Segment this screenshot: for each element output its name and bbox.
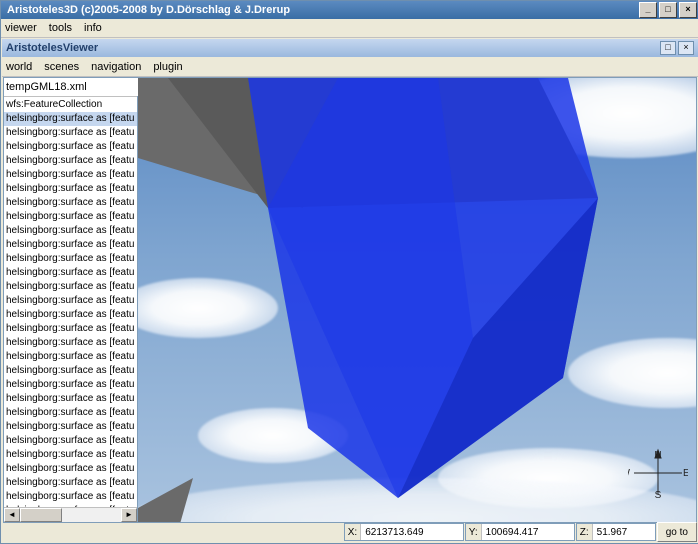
app-window: Aristoteles3D (c)2005-2008 by D.Dörschla…	[0, 0, 698, 544]
scroll-track[interactable]	[20, 508, 121, 522]
tree-root[interactable]: wfs:FeatureCollection	[4, 98, 137, 112]
inner-menubar: world scenes navigation plugin	[2, 58, 698, 77]
inner-maximize-button[interactable]: □	[660, 41, 676, 55]
scroll-thumb[interactable]	[20, 508, 62, 522]
tree-item[interactable]: helsingborg:surface as [featu	[4, 434, 137, 448]
tree-item[interactable]: helsingborg:surface as [featu	[4, 406, 137, 420]
tree-item[interactable]: helsingborg:surface as [featu	[4, 280, 137, 294]
viewport-3d[interactable]: N E S W	[138, 77, 697, 523]
coord-z-field: Z: 51.967	[576, 523, 656, 541]
close-button[interactable]: ×	[679, 2, 697, 18]
maximize-button[interactable]: □	[659, 2, 677, 18]
tree-item[interactable]: helsingborg:surface as [featu	[4, 126, 137, 140]
menu-viewer[interactable]: viewer	[5, 22, 37, 34]
coord-z-label: Z:	[577, 524, 593, 540]
tree-item[interactable]: helsingborg:surface as [featu	[4, 182, 137, 196]
minimize-button[interactable]: _	[639, 2, 657, 18]
window-buttons: _ □ ×	[639, 2, 697, 18]
coord-y-label: Y:	[466, 524, 482, 540]
coord-y-value: 100694.417	[482, 527, 543, 538]
inner-close-button[interactable]: ×	[678, 41, 694, 55]
tree-item[interactable]: helsingborg:surface as [featu	[4, 378, 137, 392]
tree-item[interactable]: helsingborg:surface as [featu	[4, 420, 137, 434]
inner-title: AristotelesViewer	[6, 42, 658, 54]
tree-item[interactable]: helsingborg:surface as [featu	[4, 266, 137, 280]
scroll-left-button[interactable]: ◄	[4, 508, 20, 522]
tree-item[interactable]: helsingborg:surface as [featu	[4, 140, 137, 154]
titlebar: Aristoteles3D (c)2005-2008 by D.Dörschla…	[1, 1, 698, 19]
tree-item[interactable]: helsingborg:surface as [featu	[4, 308, 137, 322]
menu-info[interactable]: info	[84, 22, 102, 34]
file-selector: ▼	[4, 78, 137, 97]
tree-item[interactable]: helsingborg:surface as [featu	[4, 224, 137, 238]
sidebar: ▼ wfs:FeatureCollection helsingborg:surf…	[3, 77, 138, 523]
app-title: Aristoteles3D (c)2005-2008 by D.Dörschla…	[3, 4, 639, 16]
top-menubar: viewer tools info	[1, 19, 698, 38]
tree-item[interactable]: helsingborg:surface as [featu	[4, 350, 137, 364]
scroll-right-button[interactable]: ►	[121, 508, 137, 522]
tree-item[interactable]: helsingborg:surface as [featu	[4, 462, 137, 476]
file-input[interactable]	[4, 78, 150, 96]
tree-item[interactable]: helsingborg:surface as [featu	[4, 322, 137, 336]
body: ▼ wfs:FeatureCollection helsingborg:surf…	[3, 77, 697, 523]
statusbar: X: 6213713.649 Y: 100694.417 Z: 51.967 g…	[3, 523, 697, 541]
menu-plugin[interactable]: plugin	[153, 61, 182, 73]
tree-item[interactable]: helsingborg:surface as [featu	[4, 252, 137, 266]
tree-item[interactable]: helsingborg:surface as [featu	[4, 364, 137, 378]
tree-item[interactable]: helsingborg:surface as [featu	[4, 476, 137, 490]
menu-navigation[interactable]: navigation	[91, 61, 141, 73]
tree-item[interactable]: helsingborg:surface as [featu	[4, 112, 137, 126]
coord-y-field: Y: 100694.417	[465, 523, 575, 541]
inner-titlebar: AristotelesViewer □ ×	[2, 39, 698, 57]
coord-x-label: X:	[345, 524, 361, 540]
tree-item[interactable]: helsingborg:surface as [featu	[4, 490, 137, 504]
tree-item[interactable]: helsingborg:surface as [featu	[4, 154, 137, 168]
tree-item[interactable]: helsingborg:surface as [featu	[4, 210, 137, 224]
feature-tree[interactable]: wfs:FeatureCollection helsingborg:surfac…	[4, 97, 137, 507]
tree-item[interactable]: helsingborg:surface as [featu	[4, 294, 137, 308]
tree-item[interactable]: helsingborg:surface as [featu	[4, 392, 137, 406]
coord-x-value: 6213713.649	[361, 527, 427, 538]
coord-x-field: X: 6213713.649	[344, 523, 464, 541]
menu-tools[interactable]: tools	[49, 22, 72, 34]
horizontal-scrollbar: ◄ ►	[4, 507, 137, 522]
geometry-render	[138, 78, 697, 523]
tree-item[interactable]: helsingborg:surface as [featu	[4, 336, 137, 350]
tree-item[interactable]: helsingborg:surface as [featu	[4, 168, 137, 182]
menu-world[interactable]: world	[6, 61, 32, 73]
tree-item[interactable]: helsingborg:surface as [featu	[4, 196, 137, 210]
tree-item[interactable]: helsingborg:surface as [featu	[4, 238, 137, 252]
tree-item[interactable]: helsingborg:surface as [featu	[4, 448, 137, 462]
goto-button[interactable]: go to	[657, 522, 697, 542]
menu-scenes[interactable]: scenes	[44, 61, 79, 73]
coord-z-value: 51.967	[593, 527, 632, 538]
